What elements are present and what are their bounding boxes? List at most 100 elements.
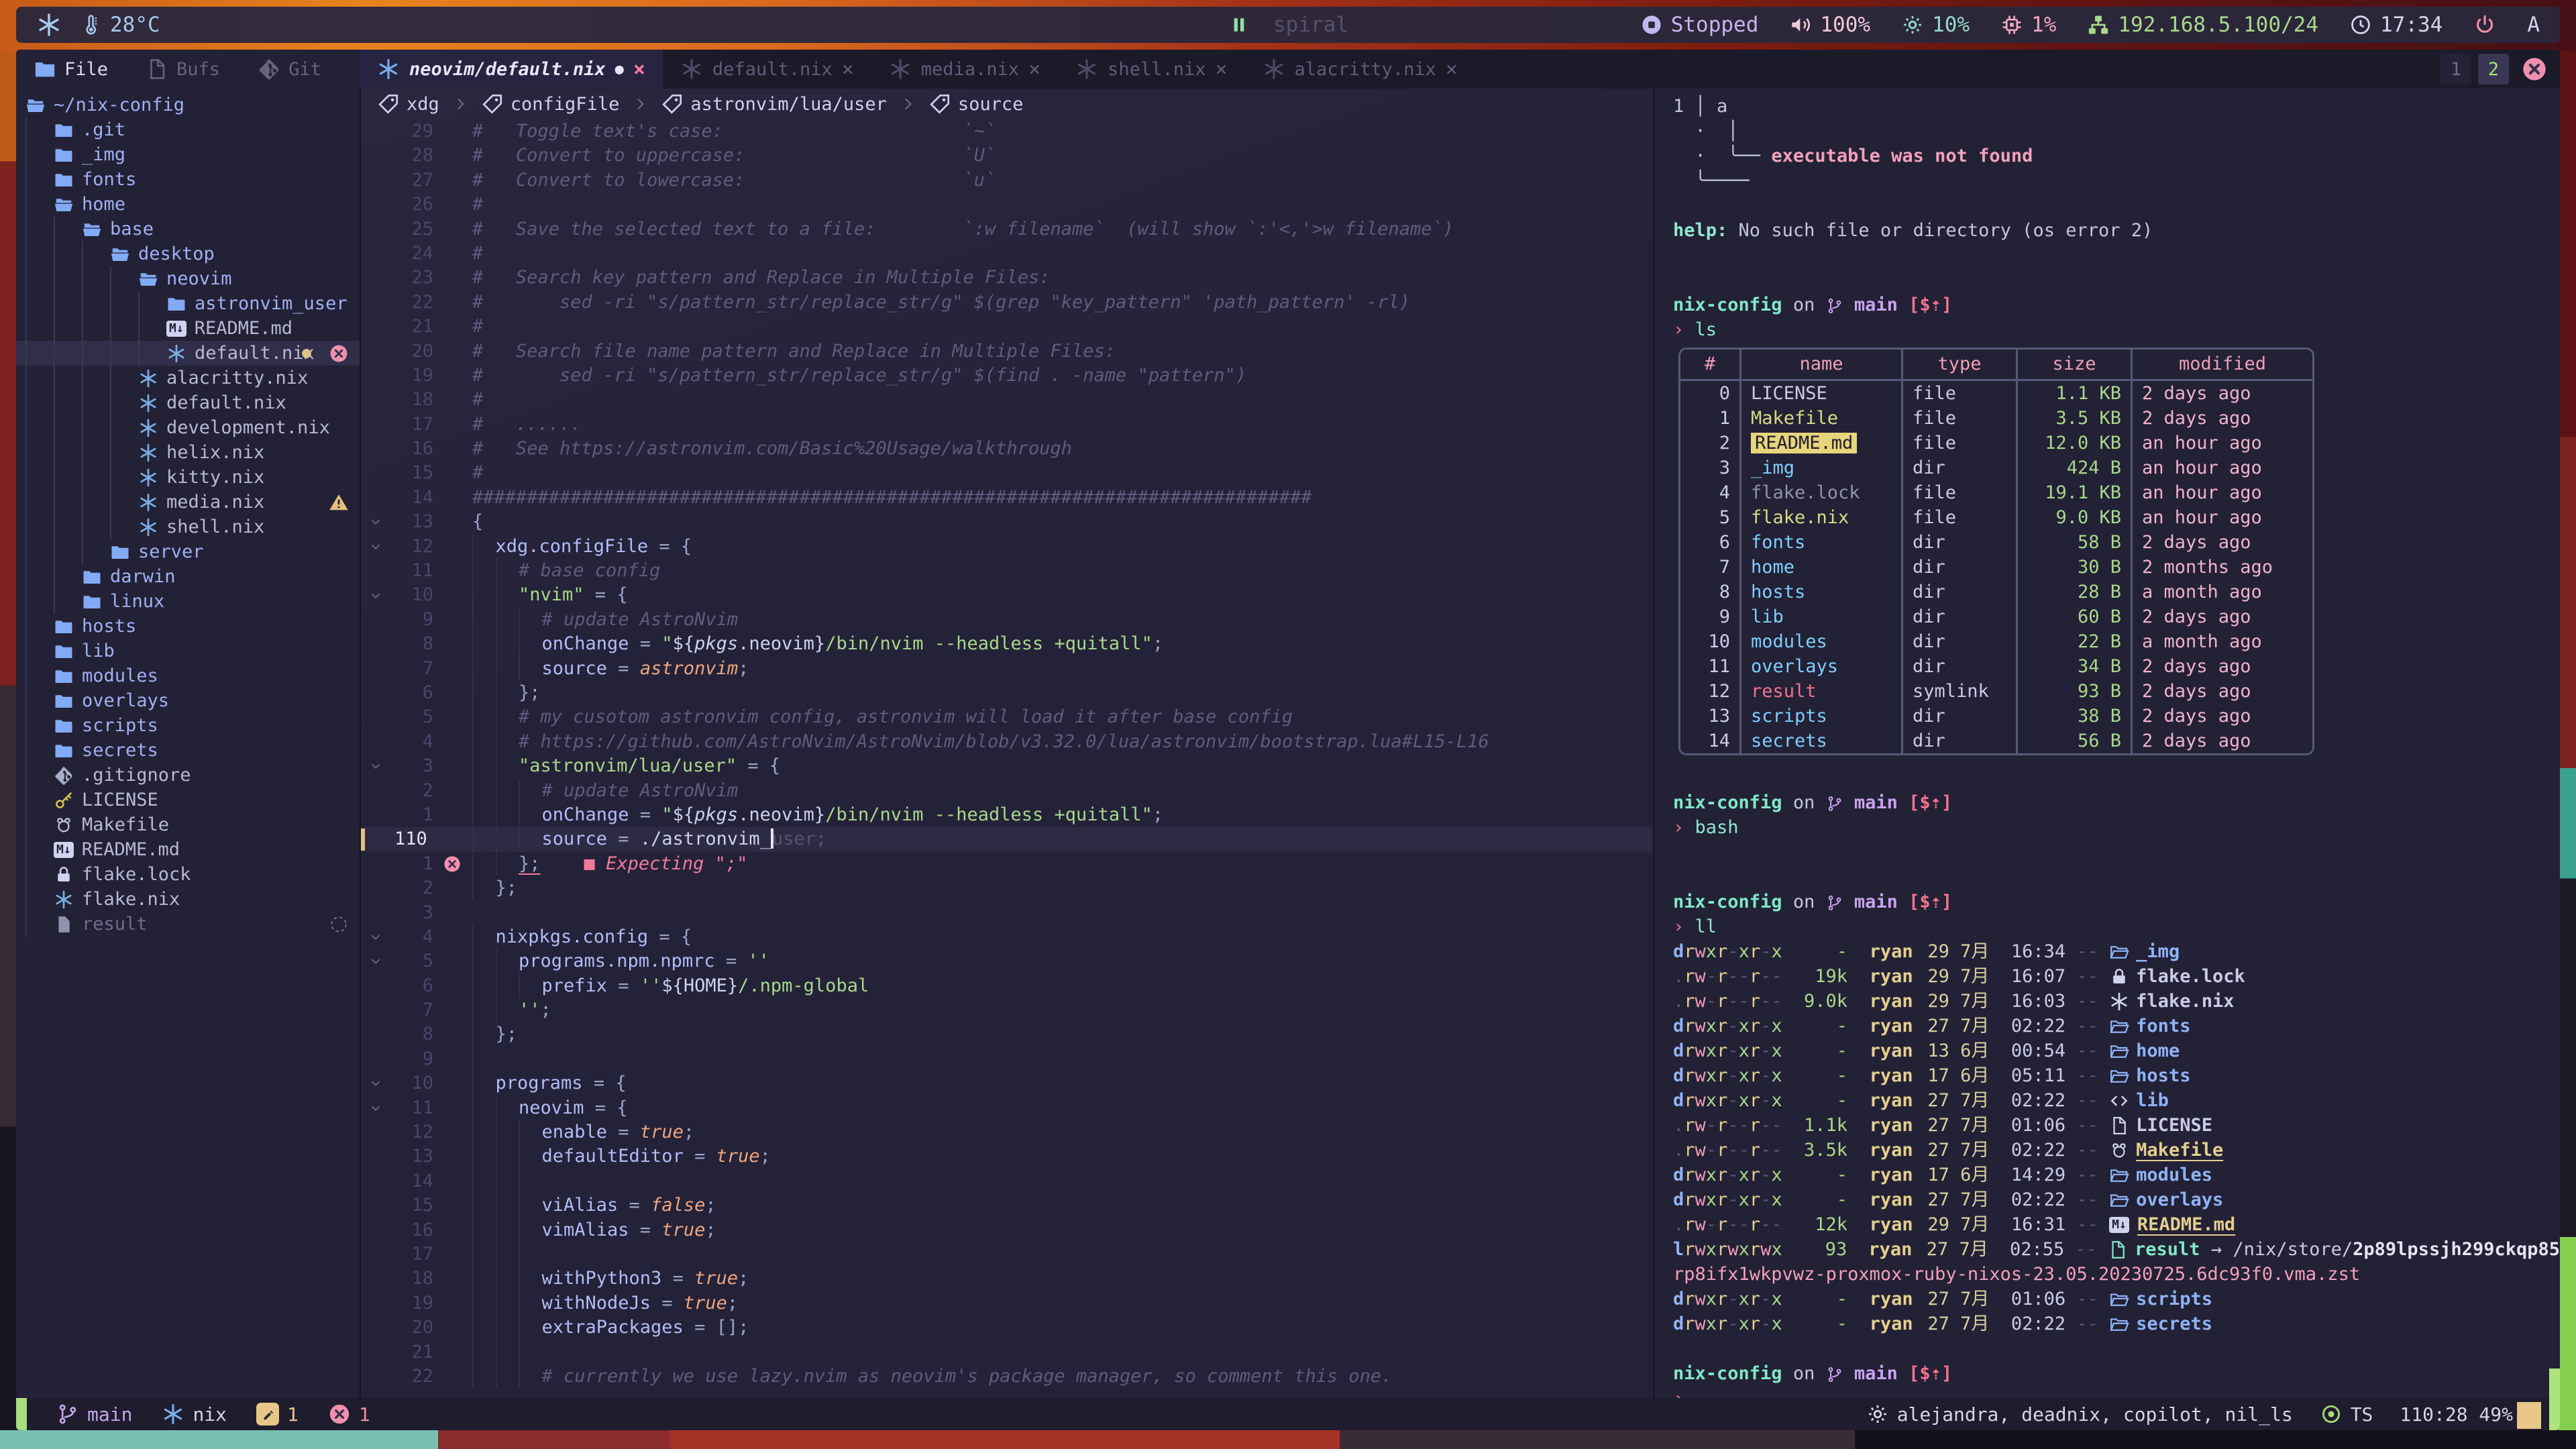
cursor-position-segment[interactable]: 110:28 49% [2400,1403,2513,1426]
code-line[interactable]: 4nixpkgs.config = { [361,925,1653,949]
code-line[interactable]: 19withNodeJs = true; [361,1291,1653,1316]
code-line[interactable]: 22# sed -ri "s/pattern_str/replace_str/g… [361,290,1653,315]
code-line[interactable]: 16vimAlias = true; [361,1218,1653,1242]
code-line[interactable]: 17# ...... [361,413,1653,437]
fold-column[interactable] [361,1096,390,1120]
code-line[interactable]: 8onChange = "${pkgs.neovim}/bin/nvim --h… [361,632,1653,656]
code-line[interactable]: 20# Search file name pattern and Replace… [361,339,1653,364]
chevron-down-icon[interactable] [368,1101,383,1116]
temperature-indicator[interactable]: 28°C [79,13,160,37]
code-line[interactable]: 17 [361,1242,1653,1267]
fold-column[interactable] [361,949,390,973]
chevron-down-icon[interactable] [368,1076,383,1091]
keyboard-layout[interactable]: A [2527,13,2540,37]
code-line[interactable]: 6prefix = ''${HOME}/.npm-global [361,974,1653,998]
file-row[interactable]: hosts [16,614,360,639]
filetree-tab-bufs[interactable]: Bufs [146,58,220,80]
recording-status[interactable]: Stopped [1640,13,1759,37]
file-row[interactable]: kitty.nix [16,465,360,490]
file-row[interactable]: server [16,539,360,564]
tab-close-icon[interactable]: × [1215,58,1227,81]
code-line[interactable]: 2}; [361,876,1653,900]
file-row[interactable]: astronvim_user [16,291,360,316]
file-row[interactable]: shell.nix [16,515,360,539]
buffer-tab[interactable]: alacritty.nix× [1245,50,1475,89]
buffer-tab[interactable]: neovim/default.nix●× [360,50,663,89]
code-line[interactable]: 12enable = true; [361,1120,1653,1144]
fold-column[interactable] [361,535,390,559]
buffer-tab[interactable]: media.nix× [871,50,1058,89]
file-row[interactable]: media.nix [16,490,360,515]
code-line[interactable]: 13{ [361,510,1653,534]
breadcrumb-item[interactable]: astronvim/lua/user [661,93,887,115]
tab-close-icon[interactable]: × [633,58,645,81]
lsp-clients-segment[interactable]: alejandra, deadnix, copilot, nil_ls [1866,1403,2293,1426]
file-row[interactable]: alacritty.nix [16,366,360,390]
file-row[interactable]: default.nix [16,390,360,415]
code-line[interactable]: 19# sed -ri "s/pattern_str/replace_str/g… [361,364,1653,388]
volume[interactable]: 100% [1789,13,1870,37]
fold-column[interactable] [361,925,390,949]
memory-usage[interactable]: 1% [2000,13,2056,37]
cpu-usage[interactable]: 10% [1901,13,1970,37]
code-line[interactable]: 21# [361,315,1653,339]
code-line[interactable]: 4# https://github.com/AstroNvim/AstroNvi… [361,730,1653,754]
file-row[interactable]: M↓README.md [16,837,360,862]
buffer-tab[interactable]: shell.nix× [1058,50,1244,89]
chevron-down-icon[interactable] [368,759,383,773]
code-line[interactable]: 2# update AstroNvim [361,779,1653,803]
file-row[interactable]: linux [16,589,360,614]
file-row[interactable]: M↓README.md [16,316,360,341]
file-row[interactable]: Makefile [16,812,360,837]
file-row[interactable]: lib [16,639,360,663]
file-row[interactable]: base [16,217,360,241]
file-row[interactable]: flake.lock [16,862,360,887]
file-row[interactable]: overlays [16,688,360,713]
code-line[interactable]: 1}; ■ Expecting ";" [361,852,1653,876]
code-line[interactable]: 7source = astronvim; [361,657,1653,681]
file-row[interactable]: darwin [16,564,360,589]
file-row[interactable]: LICENSE [16,788,360,812]
code-line[interactable]: 7''; [361,998,1653,1022]
code-line[interactable]: 13defaultEditor = true; [361,1144,1653,1169]
file-row[interactable]: ~/nix-config [16,93,360,117]
file-row[interactable]: development.nix [16,415,360,440]
window-close-icon[interactable] [2521,56,2548,83]
tabpage-1[interactable]: 1 [2440,54,2471,85]
code-line[interactable]: 20extraPackages = []; [361,1316,1653,1340]
code-line[interactable]: 14 [361,1169,1653,1193]
file-row[interactable]: helix.nix [16,440,360,465]
treesitter-segment[interactable]: TS [2320,1403,2373,1426]
fold-column[interactable] [361,510,390,534]
code-line[interactable]: 5# my cusotom astronvim config, astronvi… [361,705,1653,729]
code-line[interactable]: 12xdg.configFile = { [361,535,1653,559]
chevron-down-icon[interactable] [368,515,383,529]
code-line[interactable]: 11neovim = { [361,1096,1653,1120]
code-line[interactable]: 18withPython3 = true; [361,1267,1653,1291]
code-line[interactable]: 28# Convert to uppercase: `U` [361,144,1653,168]
file-row[interactable]: fonts [16,167,360,192]
network-address[interactable]: 192.168.5.100/24 [2087,13,2318,37]
filetree-tab-file[interactable]: File [34,58,108,80]
chevron-down-icon[interactable] [368,954,383,969]
terminal-pane[interactable]: 1 │ a · │ · ╰── executable was not found… [1653,89,2560,1398]
file-row[interactable]: home [16,192,360,217]
code-line[interactable]: 16# See https://astronvim.com/Basic%20Us… [361,437,1653,461]
chevron-down-icon[interactable] [368,588,383,603]
modified-count-segment[interactable]: 1 [256,1403,299,1426]
code-line[interactable]: 1onChange = "${pkgs.neovim}/bin/nvim --h… [361,803,1653,827]
file-row[interactable]: _img [16,142,360,167]
power-button[interactable] [2473,13,2496,36]
fold-column[interactable] [361,583,390,607]
code-line[interactable]: 9 [361,1047,1653,1071]
tab-close-icon[interactable]: × [842,58,854,81]
code-line[interactable]: 10programs = { [361,1071,1653,1095]
fold-column[interactable] [361,754,390,778]
breadcrumb-item[interactable]: configFile [481,93,620,115]
breadcrumb-item[interactable]: source [928,93,1024,115]
code-line[interactable]: 23# Search key pattern and Replace in Mu… [361,266,1653,290]
breadcrumb-item[interactable]: xdg [377,93,439,115]
editor-pane[interactable]: xdgconfigFileastronvim/lua/usersource 29… [361,89,1653,1398]
file-explorer[interactable]: ~/nix-config.git_imgfontshomebasedesktop… [16,89,361,1398]
file-row[interactable]: .git [16,117,360,142]
